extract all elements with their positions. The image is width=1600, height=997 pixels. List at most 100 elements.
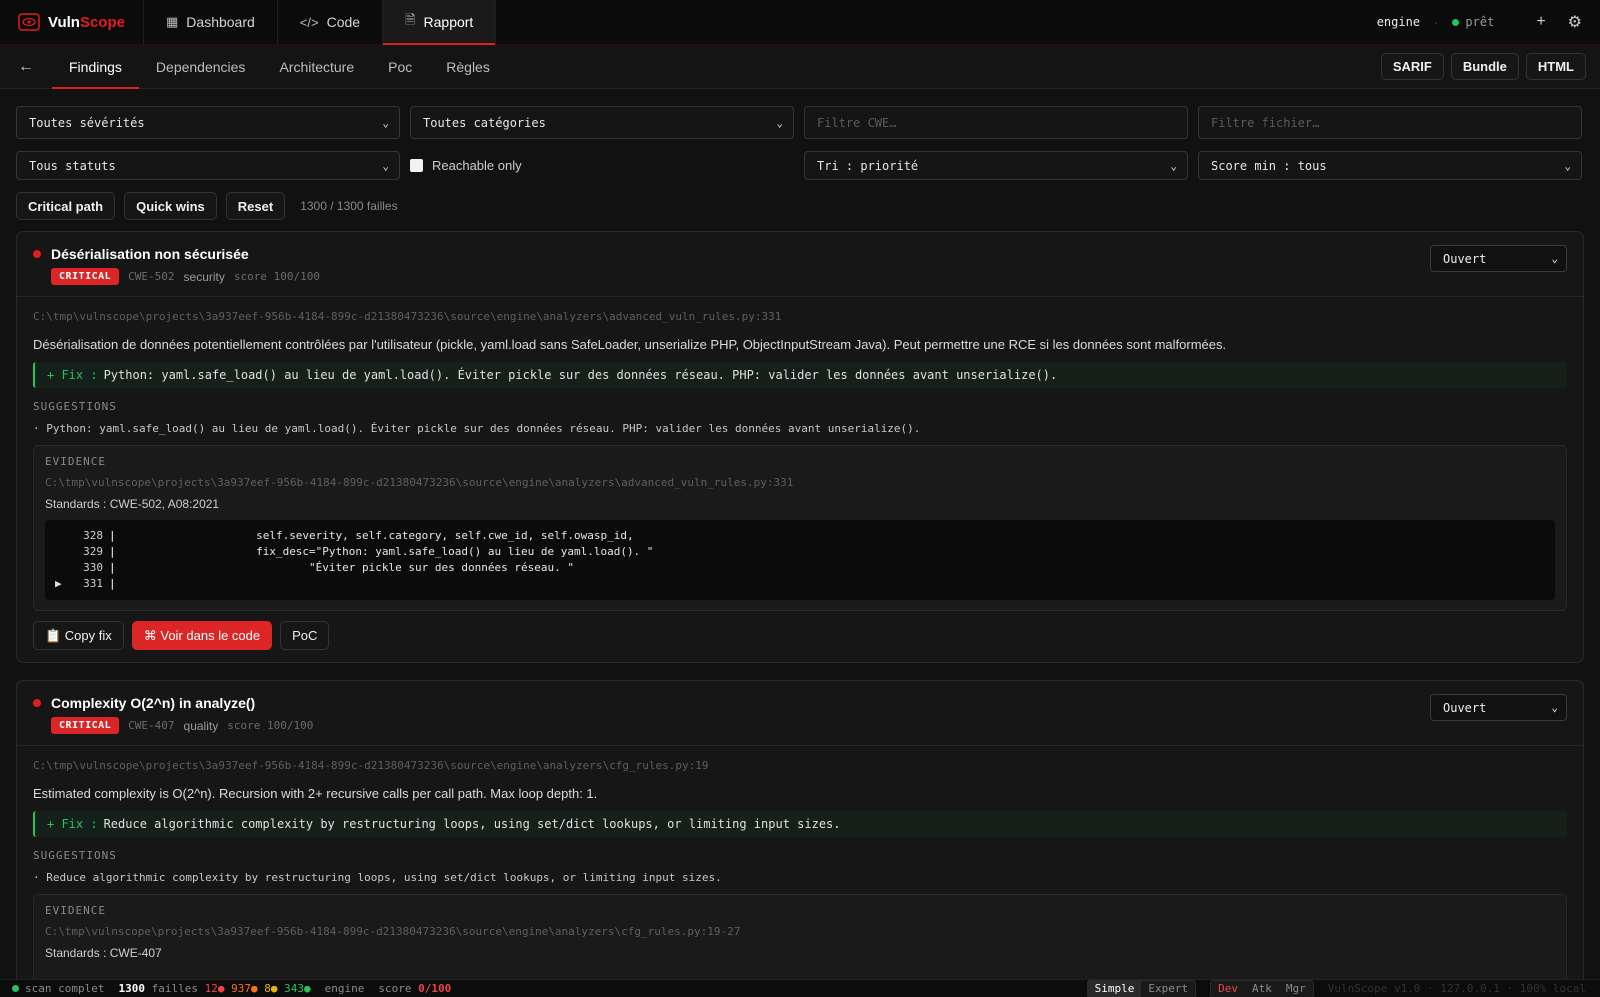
play-marker-icon: ▶ xyxy=(55,577,62,590)
suggestion-item: · Python: yaml.safe_load() au lieu de ya… xyxy=(33,422,921,435)
suggestion-item: · Reduce algorithmic complexity by restr… xyxy=(33,871,722,884)
chevron-down-icon: ⌄ xyxy=(382,159,389,172)
scan-state: scan complet xyxy=(12,982,104,995)
finding-description: Estimated complexity is O(2^n). Recursio… xyxy=(33,786,598,801)
brand-name: VulnScope xyxy=(48,13,125,31)
code-line: 330 | "Éviter pickle sur des données rése… xyxy=(83,561,574,574)
suggestions-label: SUGGESTIONS xyxy=(33,849,117,862)
evidence-label: EVIDENCE xyxy=(45,455,106,468)
status-dot-icon xyxy=(12,985,19,992)
chevron-down-icon: ⌄ xyxy=(382,116,389,129)
role-atk[interactable]: Atk xyxy=(1245,981,1279,997)
cwe-filter-input[interactable]: Filtre CWE… xyxy=(804,106,1188,139)
quick-wins-button[interactable]: Quick wins xyxy=(124,192,217,220)
mode-simple[interactable]: Simple xyxy=(1087,980,1142,997)
finding-card: Complexity O(2^n) in analyze() CRITICAL … xyxy=(16,680,1584,997)
filters-panel: Toutes sévérités ⌄ Toutes catégories ⌄ Fil… xyxy=(16,106,1584,220)
status-dot-icon xyxy=(1452,18,1460,26)
back-arrow-icon[interactable]: ← xyxy=(0,45,52,88)
reset-button[interactable]: Reset xyxy=(225,192,286,220)
severity-dot-icon xyxy=(33,250,41,258)
finding-status-select[interactable]: Ouvert ⌄ xyxy=(1430,694,1567,721)
code-line: 328 | self.severity, self.category, self.… xyxy=(83,529,634,542)
gear-icon[interactable]: ⚙ xyxy=(1568,12,1582,32)
status-bar: scan complet 1300 failles 12● 937● 8● 34… xyxy=(0,979,1600,997)
report-tabs-bar: ← Findings Dependencies Architecture Poc… xyxy=(0,45,1600,89)
tab-architecture[interactable]: Architecture xyxy=(262,45,371,88)
tab-poc[interactable]: Poc xyxy=(371,45,429,88)
evidence-panel: EVIDENCE C:\tmp\vulnscope\projects\3a937… xyxy=(33,445,1567,611)
finding-score: score 100/100 xyxy=(227,719,314,732)
chevron-down-icon: ⌄ xyxy=(776,116,783,129)
finding-path[interactable]: C:\tmp\vulnscope\projects\3a937eef-956b-… xyxy=(33,310,1567,323)
engine-status: prêt xyxy=(1452,15,1494,29)
engine-name: engine xyxy=(324,982,365,995)
brand-logo[interactable]: VulnScope xyxy=(0,0,144,44)
export-bundle-button[interactable]: Bundle xyxy=(1450,53,1519,80)
min-score-select[interactable]: Score min : tous ⌄ xyxy=(1198,151,1582,180)
role-dev[interactable]: Dev xyxy=(1211,981,1245,997)
suggestions-label: SUGGESTIONS xyxy=(33,400,117,413)
finding-status-select[interactable]: Ouvert ⌄ xyxy=(1430,245,1567,272)
chevron-down-icon: ⌄ xyxy=(1564,159,1571,172)
evidence-label: EVIDENCE xyxy=(45,904,106,917)
category-select[interactable]: Toutes catégories ⌄ xyxy=(410,106,794,139)
document-icon: 🗎 xyxy=(405,12,416,27)
global-score: score 0/100 xyxy=(378,982,452,995)
finding-description: Désérialisation de données potentielleme… xyxy=(33,337,1227,352)
chevron-down-icon: ⌄ xyxy=(1170,159,1177,172)
role-mgr[interactable]: Mgr xyxy=(1279,981,1313,997)
separator: · xyxy=(1434,14,1439,30)
cwe-id: CWE-407 xyxy=(128,719,175,732)
tab-regles[interactable]: Règles xyxy=(429,45,507,88)
nav-dashboard[interactable]: ▦ Dashboard xyxy=(144,0,278,44)
status-filter-select[interactable]: Tous statuts ⌄ xyxy=(16,151,400,180)
export-sarif-button[interactable]: SARIF xyxy=(1380,53,1444,80)
tab-dependencies[interactable]: Dependencies xyxy=(139,45,263,88)
reachable-only-toggle[interactable]: Reachable only xyxy=(410,151,794,180)
tab-findings[interactable]: Findings xyxy=(52,45,139,89)
engine-label: engine xyxy=(1376,15,1421,29)
code-line-highlighted: ▶ 331 | xyxy=(55,577,116,590)
view-in-code-button[interactable]: ⌘ Voir dans le code xyxy=(131,621,273,650)
evidence-path[interactable]: C:\tmp\vulnscope\projects\3a937eef-956b-… xyxy=(45,925,1555,938)
finding-title: Complexity O(2^n) in analyze() xyxy=(51,695,256,711)
chevron-down-icon: ⌄ xyxy=(1551,701,1558,714)
mode-switch: Simple Expert xyxy=(1086,979,1197,997)
nav-code[interactable]: </> Code xyxy=(278,0,384,44)
finding-category: quality xyxy=(183,718,219,733)
finding-category: security xyxy=(183,269,225,284)
role-switch: Dev Atk Mgr xyxy=(1210,979,1314,997)
mode-expert[interactable]: Expert xyxy=(1141,981,1195,997)
evidence-path[interactable]: C:\tmp\vulnscope\projects\3a937eef-956b-… xyxy=(45,476,1555,489)
reachable-checkbox[interactable] xyxy=(410,159,423,172)
eye-logo-icon xyxy=(18,13,40,31)
findings-count: 1300 / 1300 failles xyxy=(300,199,398,213)
severity-badge: CRITICAL xyxy=(51,268,120,285)
evidence-standards: Standards : CWE-407 xyxy=(45,946,162,960)
evidence-standards: Standards : CWE-502, A08:2021 xyxy=(45,497,220,511)
chevron-down-icon: ⌄ xyxy=(1551,252,1558,265)
severity-select[interactable]: Toutes sévérités ⌄ xyxy=(16,106,400,139)
severity-dot-icon xyxy=(33,699,41,707)
version-info: VulnScope v1.0 · 127.0.0.1 · 100% local xyxy=(1327,982,1586,995)
finding-title: Désérialisation non sécurisée xyxy=(51,246,249,262)
cwe-id: CWE-502 xyxy=(128,270,175,283)
findings-total: 1300 failles 12● 937● 8● 343● xyxy=(118,982,311,995)
top-bar: VulnScope ▦ Dashboard </> Code 🗎 Rapport… xyxy=(0,0,1600,45)
code-icon: </> xyxy=(299,14,319,30)
finding-path[interactable]: C:\tmp\vulnscope\projects\3a937eef-956b-… xyxy=(33,759,1567,772)
critical-path-button[interactable]: Critical path xyxy=(16,192,116,220)
evidence-panel: EVIDENCE C:\tmp\vulnscope\projects\3a937… xyxy=(33,894,1567,984)
add-icon[interactable]: + xyxy=(1536,13,1545,31)
copy-fix-button[interactable]: 📋 Copy fix xyxy=(33,621,124,650)
fix-suggestion: + Fix : Reduce algorithmic complexity by … xyxy=(33,811,1567,837)
nav-rapport[interactable]: 🗎 Rapport xyxy=(383,0,497,45)
export-html-button[interactable]: HTML xyxy=(1525,53,1586,80)
fix-suggestion: + Fix : Python: yaml.safe_load() au lieu … xyxy=(33,362,1567,388)
file-filter-input[interactable]: Filtre fichier… xyxy=(1198,106,1582,139)
poc-button[interactable]: PoC xyxy=(280,621,330,650)
code-snippet: 328 | self.severity, self.category, self.… xyxy=(45,520,1555,600)
sort-select[interactable]: Tri : priorité ⌄ xyxy=(804,151,1188,180)
grid-icon: ▦ xyxy=(166,14,179,29)
